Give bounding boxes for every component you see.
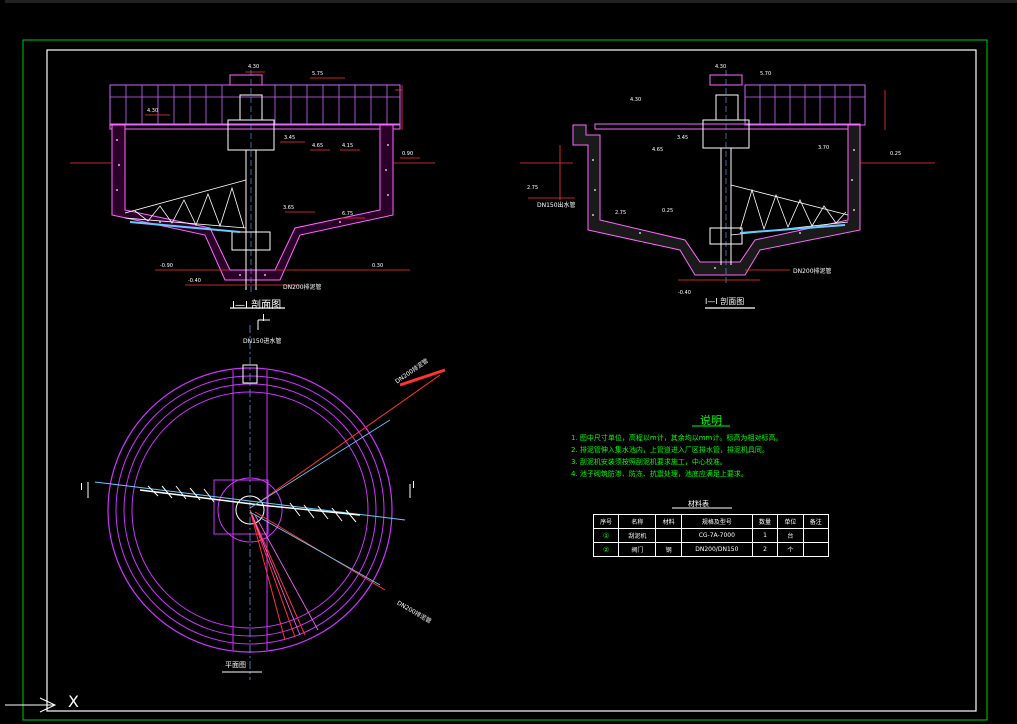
note-item: 3. 刮泥机安装须按照刮泥机要求施工，中心校准。 (571, 458, 727, 466)
table-header-cell: 序号 (592, 514, 620, 529)
table-cell (802, 542, 830, 557)
axis-marker: X (68, 692, 79, 711)
table-header-cell: 名称 (618, 514, 657, 529)
table-cell: 个 (777, 542, 804, 557)
elevation-label-right: 0.25 (662, 208, 674, 214)
note-item: 4. 池子砌筑防渗、防冻、抗震处理，池底应满足上要求。 (571, 470, 748, 478)
right-pipe-label: DN150出水管 (537, 202, 576, 209)
plan-view-drawing (87, 319, 446, 680)
table-cell: ② (592, 542, 620, 557)
elevation-label-right: 3.70 (818, 145, 830, 151)
inner-border (46, 49, 977, 712)
table-cell: 钢 (655, 542, 682, 557)
left-section-title: I—I 剖面图 (232, 300, 282, 311)
elevation-label: 4.65 (312, 143, 324, 149)
materials-table: 序号 名称 材料 规格及型号 数量 单位 备注 ① 刮泥机 CG-7A-7000… (592, 514, 830, 557)
elevation-label: 6.75 (342, 211, 354, 217)
elevation-label: 5.75 (312, 71, 324, 77)
table-cell: 刮泥机 (618, 528, 657, 543)
table-cell: DN200/DN150 (680, 542, 753, 557)
table-cell (802, 528, 830, 543)
inlet-pipe-label: DN150进水管 (243, 338, 282, 345)
elevation-label-right: 4.65 (652, 147, 664, 153)
table-header-cell: 备注 (802, 514, 830, 529)
table-header-cell: 单位 (777, 514, 804, 529)
table-row: ① 刮泥机 CG-7A-7000 1 台 (592, 528, 830, 543)
table-cell: 台 (777, 528, 804, 543)
right-section-title: I—I 剖面图 (705, 297, 745, 306)
notes-list: 1. 图中尺寸单位，高程以m计，其余均以mm计。标高为相对标高。 2. 排泥管伸… (571, 432, 782, 480)
elevation-label-right: 0.25 (890, 151, 902, 157)
table-cell: ① (592, 528, 620, 543)
table-header-row: 序号 名称 材料 规格及型号 数量 单位 备注 (592, 514, 830, 529)
elevation-label: -0.40 (188, 278, 201, 284)
note-item: 1. 图中尺寸单位，高程以m计，其余均以mm计。标高为相对标高。 (571, 434, 783, 442)
elevation-label: 4.15 (342, 143, 354, 149)
drive-cover (229, 74, 263, 86)
table-header-cell: 材料 (655, 514, 682, 529)
table-header-cell: 规格及型号 (680, 514, 753, 529)
elevation-label-right: -0.40 (678, 290, 691, 296)
elevation-label-right: 4.30 (715, 64, 727, 70)
table-cell: 2 (751, 542, 779, 557)
railing-frame (109, 84, 401, 126)
plan-title: 平面图 (225, 661, 246, 669)
outlet-pipe-label-left: DN200排泥管 (283, 284, 322, 291)
outlet-pipe-label-right: DN200排泥管 (793, 268, 832, 275)
table-header-cell: 数量 (751, 514, 779, 529)
table-cell: 阀门 (618, 542, 657, 557)
left-section-drawing (70, 70, 435, 309)
outer-border (22, 39, 988, 721)
elevation-label-right: 2.75 (615, 210, 627, 216)
materials-title: 材料表 (688, 500, 709, 508)
elevation-label: -0.90 (160, 263, 173, 269)
note-item: 2. 排泥管伸入集水池内，上管道进入厂区排水管，排泥机具同。 (571, 446, 769, 454)
top-bar (5, 0, 1017, 3)
table-cell (655, 528, 682, 543)
table-row: ② 阀门 钢 DN200/DN150 2 个 (592, 542, 830, 557)
elevation-label: 3.65 (283, 205, 295, 211)
section-mark-top: I (262, 313, 265, 324)
notes-title: 说明 (700, 414, 722, 427)
elevation-label: 4.30 (248, 64, 260, 70)
elevation-label: 3.45 (284, 135, 296, 141)
section-mark-right: I (412, 480, 415, 491)
elevation-label-right: 2.75 (527, 185, 539, 191)
right-section-drawing (520, 70, 935, 309)
elevation-label: 4.30 (147, 108, 159, 114)
elevation-label-right: 4.30 (630, 97, 642, 103)
elevation-label-right: 5.70 (760, 71, 772, 77)
elevation-label: 0.30 (372, 263, 384, 269)
section-mark-left: I (80, 482, 83, 493)
elevation-label: 0.90 (402, 151, 414, 157)
table-cell: 1 (751, 528, 779, 543)
elevation-label-right: 3.45 (677, 135, 689, 141)
table-cell: CG-7A-7000 (680, 528, 753, 543)
